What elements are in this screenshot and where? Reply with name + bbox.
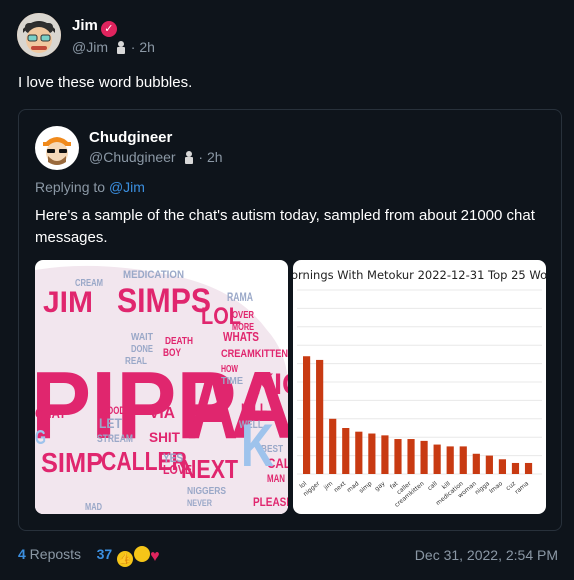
reposts-count[interactable]: 4 [18, 546, 26, 562]
post-text: I love these word bubbles. [18, 74, 193, 91]
wordcloud-word: DONE [131, 344, 153, 355]
bar-chart-image[interactable]: ornings With Metokur 2022-12-31 Top 25 W… [293, 260, 546, 514]
author-name-text[interactable]: Jim [72, 17, 98, 34]
wordcloud-word: GOOD [101, 405, 125, 417]
wordcloud-word: SIMP [41, 447, 103, 478]
wordcloud-word: OVER [232, 310, 255, 321]
chart-bar [446, 446, 454, 474]
author-handle[interactable]: @Jim [72, 39, 108, 55]
author-handle-line: @Jim · 2h [72, 39, 155, 55]
wordcloud-image[interactable]: JIMSIMPSLOLPIPPAKICSIMPCALLERNEXTMEDICAT… [35, 260, 288, 514]
chart-tick-label: lmao [488, 480, 504, 495]
replying-prefix: Replying to [35, 179, 109, 195]
wordcloud-word: K [241, 412, 274, 479]
chart-tick-label: mad [346, 480, 361, 494]
author-name[interactable]: Jim ✓ [72, 17, 117, 37]
replying-to: Replying to @Jim [35, 179, 145, 195]
chart-bar [342, 428, 350, 474]
post-time[interactable]: · 2h [131, 39, 155, 55]
replying-to-link[interactable]: @Jim [109, 179, 145, 195]
chart-bar [407, 439, 415, 474]
engagement-bar: 4 Reposts 37 👍 ♥ [18, 546, 160, 567]
wordcloud-word: CHAT [35, 405, 66, 421]
wordcloud-word: NIGGERS [187, 486, 226, 497]
wordcloud-word: JIM [43, 286, 93, 319]
wordcloud-word: WAIT [131, 332, 153, 343]
chart-tick-label: next [333, 480, 348, 494]
quoted-post[interactable]: Chudgineer @Chudgineer · 2h Replying to … [18, 109, 562, 531]
chart-bar [368, 433, 376, 474]
chart-tick-label: gay [374, 480, 387, 493]
quoted-author-name[interactable]: Chudgineer [89, 129, 172, 146]
wordcloud-word: SIMPS [117, 282, 211, 320]
wordcloud-word: PLEASE [253, 495, 288, 509]
chart-bar [329, 418, 337, 474]
wordcloud-word: CREAM [75, 278, 103, 289]
chart-bar [485, 455, 493, 474]
chart-bar [381, 435, 389, 474]
author-avatar[interactable] [17, 13, 61, 57]
wordcloud-word: REAL [125, 356, 147, 367]
heart-emoji[interactable]: ♥ [150, 548, 160, 565]
reactions-count[interactable]: 37 [97, 546, 113, 562]
quoted-post-time[interactable]: · 2h [198, 149, 222, 165]
chart-bar [459, 446, 467, 474]
wordcloud-word: MEDICATION [123, 269, 184, 281]
chart-bar [498, 459, 507, 474]
post-card: Jim ✓ @Jim · 2h I love these word bubbles… [0, 0, 574, 580]
bar-chart: ornings With Metokur 2022-12-31 Top 25 W… [293, 268, 546, 509]
quoted-handle[interactable]: @Chudgineer [89, 149, 176, 165]
chart-tick-label: rama [514, 480, 531, 496]
human-badge-icon [184, 151, 193, 164]
chart-bar [524, 462, 533, 474]
chart-bar [316, 359, 324, 474]
thumbs-up-emoji[interactable]: 👍 [117, 551, 134, 567]
chart-bar [511, 462, 520, 474]
wordcloud-word: NEVER [187, 498, 212, 508]
reposts-link[interactable]: 4 Reposts [18, 546, 81, 562]
chart-tick-label: call [426, 480, 439, 492]
wordcloud-word: LET [99, 415, 122, 431]
chart-bar [420, 440, 428, 474]
chart-bar [472, 453, 480, 474]
wordcloud-word: STREAM [97, 433, 133, 445]
wordcloud-word: SHIT [149, 429, 180, 445]
verified-icon: ✓ [100, 21, 117, 37]
wordcloud-word: KIC [253, 368, 288, 401]
wordcloud-word: VIA [149, 405, 175, 422]
wordcloud-word: BOY [163, 347, 181, 359]
wordcloud-word: RAMA [227, 290, 253, 304]
chart-bar [394, 439, 402, 474]
chart-bar [355, 431, 363, 474]
quoted-avatar[interactable] [35, 126, 79, 170]
human-badge-icon [116, 41, 125, 54]
wordcloud-graphic: JIMSIMPSLOLPIPPAKICSIMPCALLERNEXTMEDICAT… [35, 265, 288, 514]
wordcloud-word: G [35, 427, 46, 449]
quoted-text: Here's a sample of the chat's autism tod… [35, 207, 535, 246]
chart-tick-label: jim [322, 480, 334, 492]
wordcloud-word: MAD [85, 502, 102, 513]
laughing-emoji[interactable] [134, 546, 151, 562]
wordcloud-word: MORE [232, 322, 254, 333]
chart-bar [303, 356, 311, 474]
reposts-label[interactable]: Reposts [26, 546, 81, 562]
quoted-handle-line: @Chudgineer · 2h [89, 149, 223, 165]
chart-title: ornings With Metokur 2022-12-31 Top 25 W… [293, 268, 546, 282]
chart-bar [433, 444, 441, 474]
chart-tick-label: simp [358, 480, 374, 495]
wordcloud-word: DEATH [165, 336, 193, 347]
post-timestamp[interactable]: Dec 31, 2022, 2:54 PM [415, 547, 558, 563]
wordcloud-word: A [187, 356, 238, 458]
wordcloud-word: YES [163, 451, 183, 465]
